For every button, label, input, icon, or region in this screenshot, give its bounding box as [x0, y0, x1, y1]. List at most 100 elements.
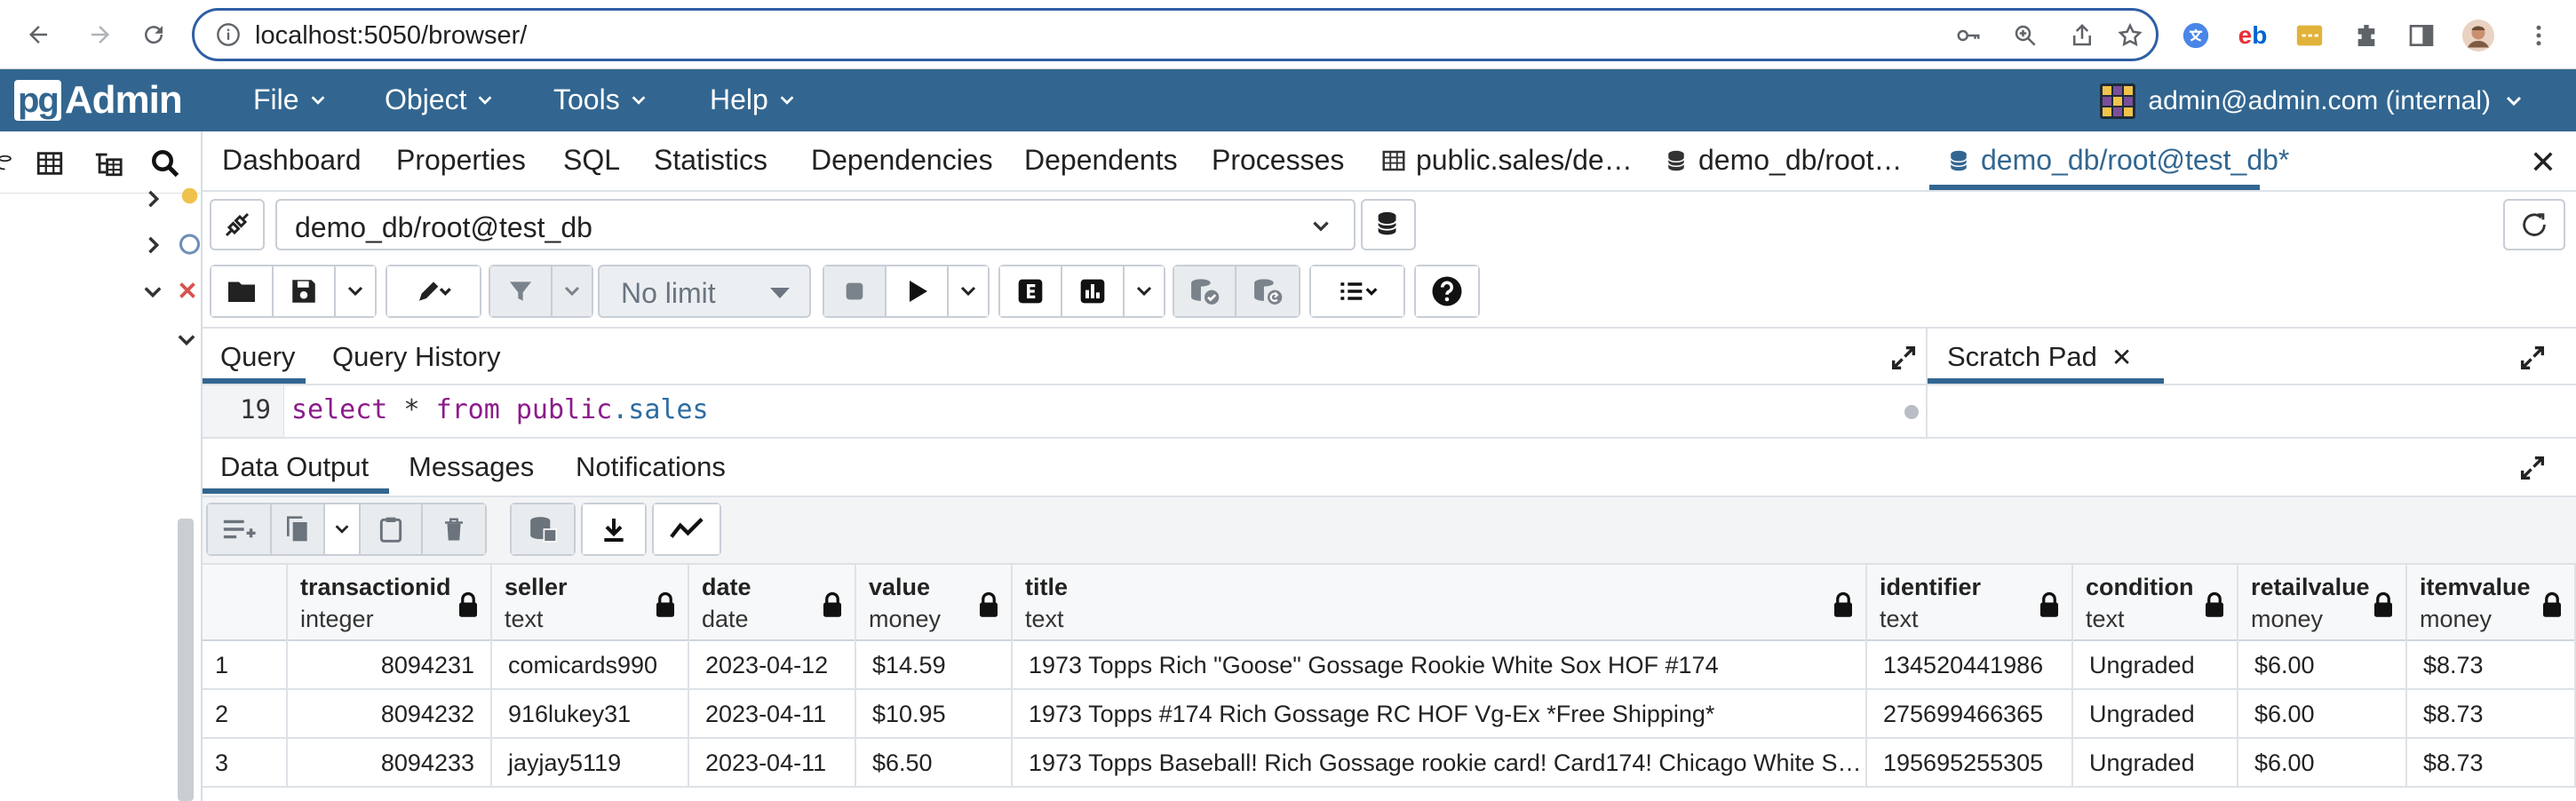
- tab-view-data[interactable]: public.sales/de…: [1380, 144, 1633, 177]
- cell-transactionid[interactable]: 8094231: [288, 641, 492, 688]
- bookmark-star-icon[interactable]: [2117, 22, 2143, 49]
- search-icon[interactable]: [149, 147, 181, 179]
- row-number[interactable]: 3: [203, 739, 288, 786]
- row-number-header[interactable]: [203, 565, 288, 641]
- column-header[interactable]: itemvalue money: [2407, 565, 2576, 641]
- key-icon[interactable]: [1955, 22, 1982, 49]
- column-header[interactable]: title text: [1013, 565, 1867, 641]
- delete-button[interactable]: [423, 504, 485, 554]
- tab-messages[interactable]: Messages: [409, 451, 534, 483]
- menu-help[interactable]: Help: [710, 83, 797, 116]
- commit-button[interactable]: [1174, 266, 1236, 316]
- tab-data-output[interactable]: Data Output: [220, 451, 369, 483]
- menu-tools[interactable]: Tools: [553, 83, 648, 116]
- row-number[interactable]: 1: [203, 641, 288, 688]
- table-view-icon[interactable]: [34, 147, 66, 179]
- new-connection-button[interactable]: [1361, 199, 1416, 250]
- cell-itemvalue[interactable]: $8.73: [2407, 690, 2576, 737]
- extension-yellow-icon[interactable]: [2294, 20, 2326, 52]
- column-header[interactable]: condition text: [2073, 565, 2238, 641]
- cell-identifier[interactable]: 275699466365: [1867, 690, 2073, 737]
- tab-statistics[interactable]: Statistics: [654, 144, 767, 177]
- tab-sql[interactable]: SQL: [563, 144, 620, 177]
- connection-select[interactable]: demo_db/root@test_db: [275, 199, 1356, 250]
- explain-button[interactable]: [1000, 266, 1062, 316]
- extension-translate-icon[interactable]: [2180, 20, 2212, 52]
- edit-button[interactable]: [387, 266, 480, 316]
- profile-avatar[interactable]: [2462, 20, 2494, 52]
- row-number[interactable]: 2: [203, 690, 288, 737]
- column-header[interactable]: date date: [689, 565, 856, 641]
- paste-button[interactable]: [361, 504, 423, 554]
- tab-processes[interactable]: Processes: [1212, 144, 1344, 177]
- cell-seller[interactable]: 916lukey31: [492, 690, 689, 737]
- tab-notifications[interactable]: Notifications: [576, 451, 726, 483]
- close-icon[interactable]: ✕: [2111, 343, 2132, 372]
- expand-icon[interactable]: [1888, 343, 1919, 373]
- cell-title[interactable]: 1973 Topps Rich "Goose" Gossage Rookie W…: [1013, 641, 1867, 688]
- cell-date[interactable]: 2023-04-11: [689, 739, 856, 786]
- cell-retailvalue[interactable]: $6.00: [2238, 739, 2407, 786]
- object-explorer-scrollbar[interactable]: [178, 519, 194, 801]
- browser-menu-icon[interactable]: [2523, 20, 2555, 52]
- table-row[interactable]: 1 8094231 comicards990 2023-04-12 $14.59…: [203, 641, 2576, 690]
- refresh-button[interactable]: [2503, 199, 2565, 250]
- cell-title[interactable]: 1973 Topps Baseball! Rich Gossage rookie…: [1013, 739, 1867, 786]
- cell-value[interactable]: $6.50: [856, 739, 1013, 786]
- stop-button[interactable]: [824, 266, 886, 316]
- cell-date[interactable]: 2023-04-12: [689, 641, 856, 688]
- cell-transactionid[interactable]: 8094232: [288, 690, 492, 737]
- table-row[interactable]: 3 8094233 jayjay5119 2023-04-11 $6.50 19…: [203, 739, 2576, 788]
- cell-retailvalue[interactable]: $6.00: [2238, 641, 2407, 688]
- cell-condition[interactable]: Ungraded: [2073, 641, 2238, 688]
- help-button[interactable]: [1416, 266, 1478, 316]
- zoom-icon[interactable]: [2012, 22, 2039, 49]
- menu-object[interactable]: Object: [385, 83, 495, 116]
- extensions-puzzle-icon[interactable]: [2350, 20, 2382, 52]
- tab-dependencies[interactable]: Dependencies: [811, 144, 993, 177]
- db-tool-icon[interactable]: [0, 147, 20, 179]
- open-file-button[interactable]: [211, 266, 274, 316]
- rollback-button[interactable]: [1236, 266, 1299, 316]
- close-tab-button[interactable]: ✕: [2530, 144, 2556, 181]
- user-menu[interactable]: admin@admin.com (internal): [2100, 83, 2524, 119]
- cell-date[interactable]: 2023-04-11: [689, 690, 856, 737]
- extension-ebay-icon[interactable]: eb: [2237, 20, 2269, 52]
- tab-query-tool-active[interactable]: demo_db/root@test_db*: [1945, 144, 2289, 177]
- cell-condition[interactable]: Ungraded: [2073, 690, 2238, 737]
- cell-transactionid[interactable]: 8094233: [288, 739, 492, 786]
- execute-button[interactable]: [886, 266, 949, 316]
- cell-seller[interactable]: jayjay5119: [492, 739, 689, 786]
- column-header[interactable]: seller text: [492, 565, 689, 641]
- cell-itemvalue[interactable]: $8.73: [2407, 641, 2576, 688]
- cell-condition[interactable]: Ungraded: [2073, 739, 2238, 786]
- scratch-pad-editor[interactable]: [1926, 385, 2576, 439]
- cell-retailvalue[interactable]: $6.00: [2238, 690, 2407, 737]
- tab-query-history[interactable]: Query History: [332, 341, 500, 373]
- cell-itemvalue[interactable]: $8.73: [2407, 739, 2576, 786]
- column-header[interactable]: retailvalue money: [2238, 565, 2407, 641]
- cell-seller[interactable]: comicards990: [492, 641, 689, 688]
- table-row[interactable]: 2 8094232 916lukey31 2023-04-11 $10.95 1…: [203, 690, 2576, 739]
- share-icon[interactable]: [2069, 22, 2095, 49]
- save-options-button[interactable]: [336, 266, 375, 316]
- macros-button[interactable]: [1311, 266, 1403, 316]
- back-button[interactable]: [18, 14, 59, 55]
- tab-dependents[interactable]: Dependents: [1024, 144, 1178, 177]
- graph-visualiser-button[interactable]: [654, 504, 720, 554]
- column-header[interactable]: transactionid integer: [288, 565, 492, 641]
- copy-options-button[interactable]: [325, 504, 361, 554]
- download-button[interactable]: [583, 504, 645, 554]
- explain-options-button[interactable]: [1125, 266, 1164, 316]
- sql-editor[interactable]: 19 select * from public.sales: [203, 385, 1926, 439]
- filter-options-button[interactable]: [553, 266, 592, 316]
- forward-button[interactable]: [80, 14, 121, 55]
- url-text[interactable]: localhost:5050/browser/: [255, 21, 527, 51]
- save-data-button[interactable]: [512, 504, 574, 554]
- filter-button[interactable]: [490, 266, 553, 316]
- chevron-right-icon[interactable]: [140, 186, 165, 211]
- expand-icon[interactable]: [2517, 343, 2548, 373]
- column-header[interactable]: value money: [856, 565, 1013, 641]
- column-header[interactable]: identifier text: [1867, 565, 2073, 641]
- cell-value[interactable]: $14.59: [856, 641, 1013, 688]
